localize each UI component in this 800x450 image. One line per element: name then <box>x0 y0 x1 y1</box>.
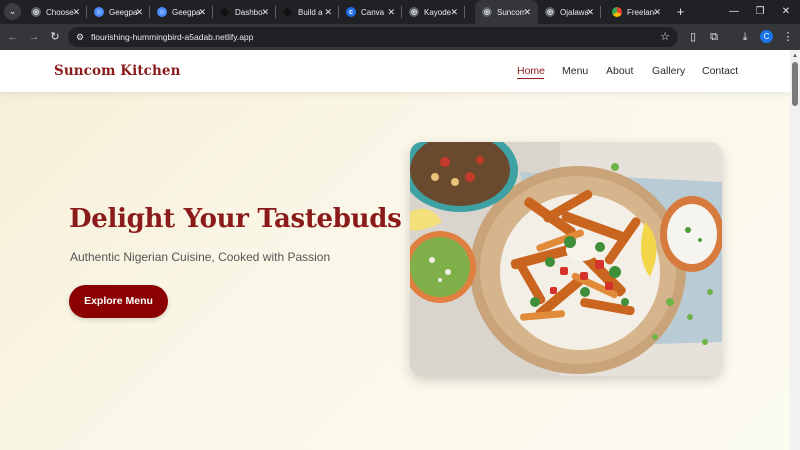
geegpay-icon: ☺ <box>157 7 167 17</box>
tab-search-icon[interactable]: ⌄ <box>4 3 21 20</box>
scroll-up-arrow-icon[interactable]: ▲ <box>790 52 800 60</box>
globe-icon: ◎ <box>545 7 555 17</box>
tab-title: Choose <box>46 7 74 17</box>
extensions-puzzle-icon[interactable]: ⧉ <box>705 28 723 46</box>
close-icon[interactable]: ✕ <box>523 6 531 18</box>
profile-avatar[interactable]: C <box>760 30 773 43</box>
canva-icon: c <box>346 7 356 17</box>
bookmark-star-icon[interactable]: ☆ <box>660 27 670 47</box>
browser-tab[interactable]: ◎ Kayode ✕ <box>402 0 465 24</box>
address-bar[interactable]: ⚙ flourishing-hummingbird-a5adab.netlify… <box>68 27 678 47</box>
diamond-icon <box>219 7 230 17</box>
close-icon[interactable]: ✕ <box>324 6 332 18</box>
new-tab-button[interactable]: + <box>672 3 689 20</box>
hero-subtitle: Authentic Nigerian Cuisine, Cooked with … <box>70 250 331 264</box>
nav-home[interactable]: Home <box>517 50 545 92</box>
browser-tab[interactable]: ☺ Geegpay ✕ <box>87 0 150 24</box>
forward-icon[interactable]: → <box>25 28 43 46</box>
nav-gallery[interactable]: Gallery <box>652 50 685 92</box>
browser-menu-icon[interactable]: ⋮ <box>779 28 797 46</box>
browser-tab-active[interactable]: ◎ Suncom ✕ <box>475 0 538 24</box>
restore-icon[interactable]: ❐ <box>746 0 774 24</box>
site-logo[interactable]: Suncom Kitchen <box>54 50 181 92</box>
browser-tab[interactable]: Dashboard ✕ <box>213 0 276 24</box>
tab-title: Geegpay <box>172 7 200 17</box>
globe-icon: ◎ <box>31 7 41 17</box>
browser-tab-strip: ⌄ ◎ Choose ✕ ☺ Geegpay ✕ ☺ Geegpay ✕ Das… <box>0 0 800 24</box>
browser-tab[interactable]: Freelance ✕ <box>605 0 668 24</box>
globe-icon: ◎ <box>409 7 419 17</box>
browser-tab[interactable]: ◎ Ojalawa ✕ <box>538 0 601 24</box>
close-window-icon[interactable]: ✕ <box>772 0 800 24</box>
tab-title: Canva <box>361 7 385 17</box>
globe-icon: ◎ <box>482 7 492 17</box>
tab-title: Kayode <box>424 7 452 17</box>
nav-menu[interactable]: Menu <box>562 50 588 92</box>
tab-title: Dashboard <box>235 7 263 17</box>
browser-tab[interactable]: c Canva ✕ <box>339 0 402 24</box>
active-nav-underline <box>517 78 544 79</box>
browser-tab[interactable]: ☺ Geegpay ✕ <box>150 0 213 24</box>
hero-title: Delight Your Tastebuds <box>69 204 402 234</box>
site-settings-icon[interactable]: ⚙ <box>76 31 88 43</box>
geegpay-icon: ☺ <box>94 7 104 17</box>
tab-title: Freelance <box>627 7 655 17</box>
browser-toolbar: ← → ↻ ⚙ flourishing-hummingbird-a5adab.n… <box>0 24 800 50</box>
page-scrollbar[interactable]: ▲ <box>790 50 800 450</box>
back-icon[interactable]: ← <box>4 28 22 46</box>
close-icon[interactable]: ✕ <box>387 6 395 18</box>
browser-tab[interactable]: Build a ✕ <box>276 0 339 24</box>
download-icon[interactable]: ⤓ <box>736 28 754 46</box>
scroll-thumb[interactable] <box>792 62 798 106</box>
minimize-icon[interactable]: — <box>720 0 748 24</box>
reload-icon[interactable]: ↻ <box>46 28 64 46</box>
page-viewport: Suncom Kitchen Home Menu About Gallery C… <box>0 50 790 450</box>
tab-title: Geegpay <box>109 7 137 17</box>
nav-about[interactable]: About <box>606 50 633 92</box>
nav-contact[interactable]: Contact <box>702 50 738 92</box>
tab-title: Build a <box>298 7 323 17</box>
tab-title: Suncom <box>497 7 525 17</box>
diamond-icon <box>282 7 293 17</box>
close-icon[interactable]: ✕ <box>72 6 80 18</box>
explore-menu-button[interactable]: Explore Menu <box>69 285 168 318</box>
close-icon[interactable]: ✕ <box>198 6 206 18</box>
browser-tab[interactable]: ◎ Choose ✕ <box>24 0 87 24</box>
hero-food-image <box>410 142 722 376</box>
chrome-icon <box>612 7 622 17</box>
close-icon[interactable]: ✕ <box>653 6 661 18</box>
close-icon[interactable]: ✕ <box>450 6 458 18</box>
site-header: Suncom Kitchen Home Menu About Gallery C… <box>0 50 790 92</box>
close-icon[interactable]: ✕ <box>261 6 269 18</box>
close-icon[interactable]: ✕ <box>135 6 143 18</box>
extension-docs-icon[interactable]: ▯ <box>684 28 702 46</box>
close-icon[interactable]: ✕ <box>586 6 594 18</box>
address-url[interactable]: flourishing-hummingbird-a5adab.netlify.a… <box>91 27 253 47</box>
tab-title: Ojalawa <box>560 7 588 17</box>
